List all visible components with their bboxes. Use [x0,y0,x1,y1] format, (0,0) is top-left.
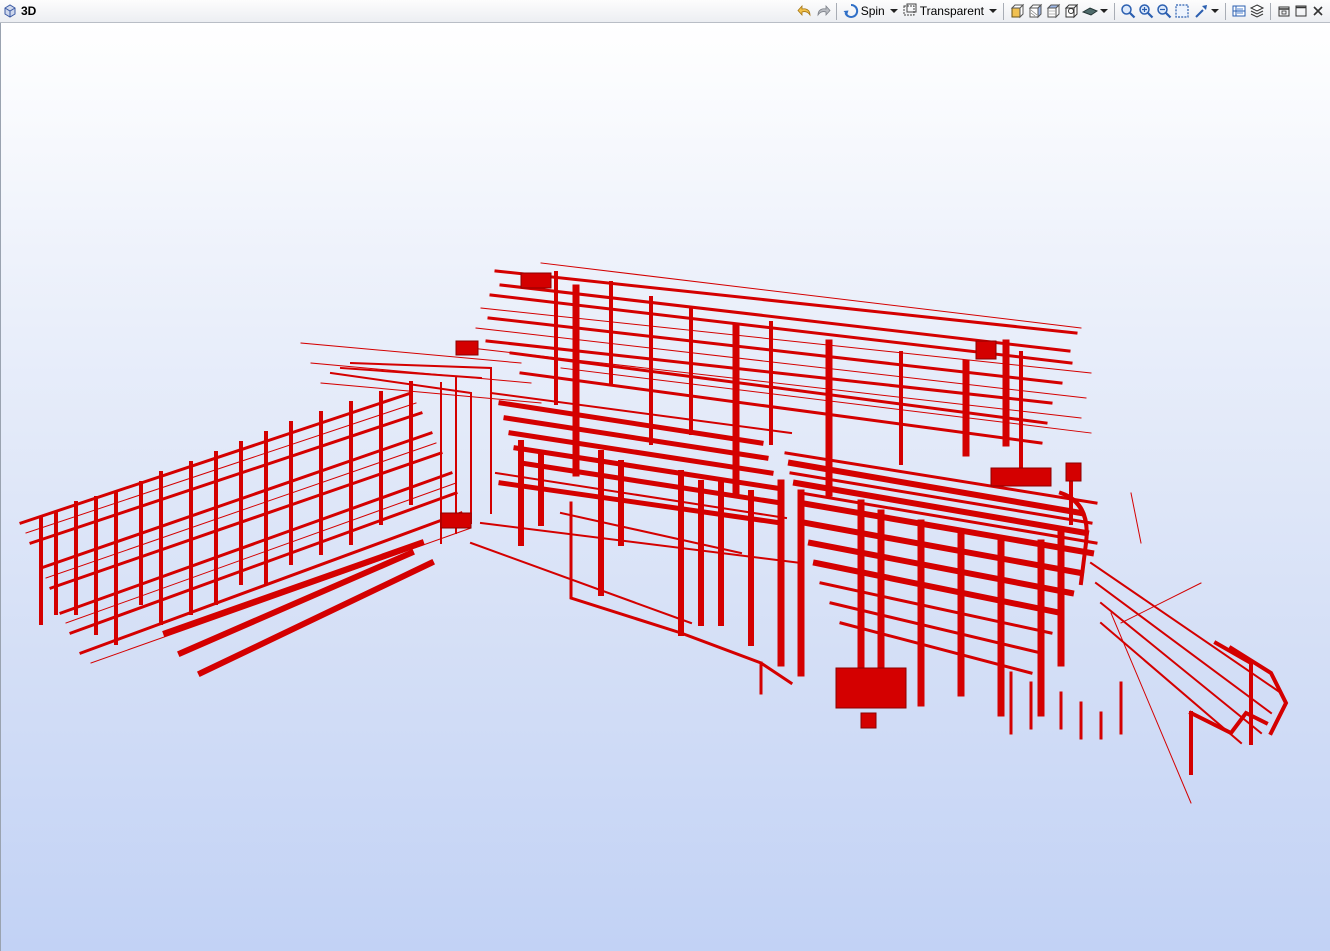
zoom-window-button[interactable] [1173,2,1191,21]
maximize-icon [1295,5,1306,17]
title-area: 3D [0,0,36,23]
zoom-out-button[interactable] [1155,2,1173,21]
toolbar-separator [1270,2,1271,20]
display-mode-dropdown[interactable]: Transparent [900,2,999,21]
zoom-in-icon [1139,4,1154,19]
pipe-model-geometry [19,262,1289,804]
spin-icon [843,3,858,18]
3d-viewport[interactable] [0,23,1330,951]
viewer-window: 3D Spin Transparent [0,0,1330,951]
pick-icon [1195,5,1207,18]
view-side-button[interactable] [1026,2,1044,21]
render-style-dropdown[interactable] [1080,2,1110,21]
zoom-window-icon [1175,4,1189,18]
toolbar-separator [835,2,837,20]
view-cube-front-icon [1010,3,1025,19]
maximize-button[interactable] [1292,2,1309,21]
redo-button[interactable] [814,2,832,21]
close-button[interactable] [1309,2,1326,21]
spin-label: Spin [860,4,885,18]
redo-icon [817,4,831,17]
chevron-down-icon [1100,9,1108,13]
view-iso-button[interactable] [1062,2,1080,21]
display-mode-icon [903,3,917,16]
zoom-button[interactable] [1119,2,1137,21]
view-front-button[interactable] [1008,2,1026,21]
restore-button[interactable] [1275,2,1292,21]
render-style-icon [1082,7,1098,16]
toolbar-separator [1225,2,1226,20]
display-mode-label: Transparent [919,4,984,18]
layers-icon [1249,4,1265,18]
layers-button[interactable] [1248,2,1266,21]
chevron-down-icon [989,9,997,13]
view-cube-iso-icon [1064,3,1079,19]
view-title: 3D [21,4,37,18]
undo-button[interactable] [796,2,814,21]
view-cube-top-icon [1046,3,1061,19]
zoom-in-button[interactable] [1137,2,1155,21]
restore-icon [1278,6,1289,17]
zoom-icon [1121,4,1136,19]
close-icon [1312,6,1323,16]
section-button[interactable] [1230,2,1248,21]
3d-view-icon [4,4,16,18]
view-titlebar: 3D Spin Transparent [0,0,1330,23]
section-icon [1232,5,1246,17]
toolbar-separator [1003,2,1004,20]
spin-dropdown[interactable]: Spin [841,2,900,21]
view-top-button[interactable] [1044,2,1062,21]
pick-dropdown[interactable] [1191,2,1221,21]
view-toolbar: Spin Transparent [796,0,1330,23]
chevron-down-icon [1211,9,1219,13]
pipe-model[interactable] [1,23,1330,951]
undo-icon [797,4,811,17]
chevron-down-icon [889,9,898,13]
view-cube-side-icon [1028,3,1043,19]
toolbar-separator [1114,2,1115,20]
zoom-out-icon [1157,4,1172,19]
